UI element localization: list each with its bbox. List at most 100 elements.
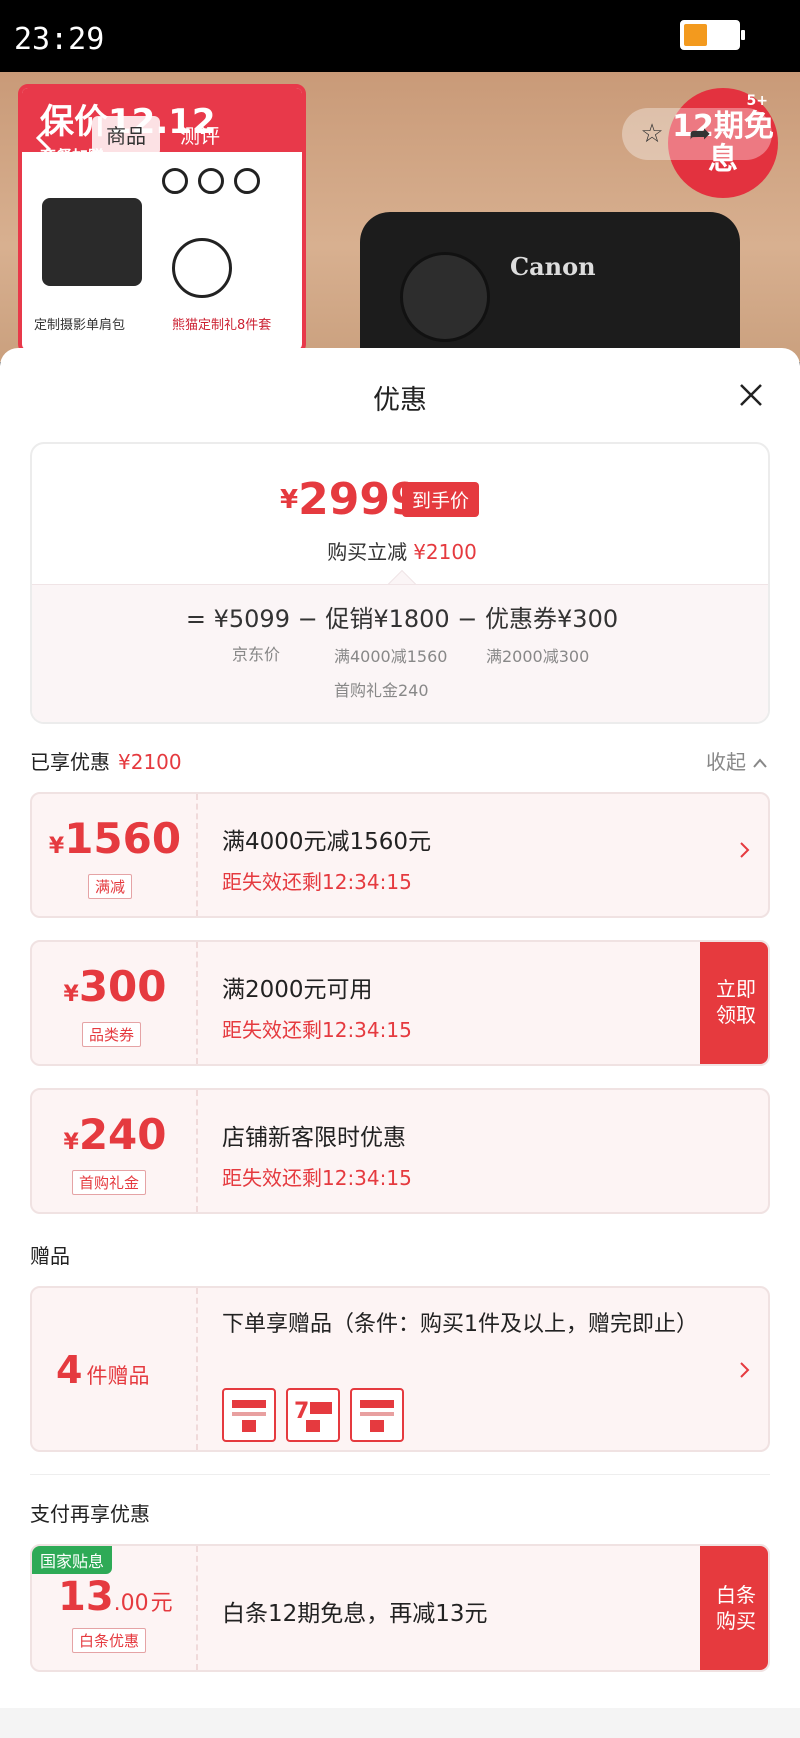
invoice-icon bbox=[350, 1388, 404, 1442]
coupon-left: ¥1560 满减 bbox=[32, 794, 198, 916]
gift-desc: 下单享赠品（条件：购买1件及以上，赠完即止） bbox=[222, 1312, 698, 1337]
product-backdrop: 保价12.12 套餐加赠 定制摄影单肩包 熊猫定制礼8件套 Canon 5+ 1… bbox=[0, 72, 800, 362]
seven-day-return-icon: 7 bbox=[286, 1388, 340, 1442]
coupon-value: 300 bbox=[78, 962, 167, 1011]
coupon-condition: 满4000元减1560元 bbox=[222, 829, 432, 855]
payment-amount-dec: .00 bbox=[113, 1591, 149, 1616]
note-promo-1: 满4000减1560 bbox=[334, 647, 448, 666]
bag-label: 定制摄影单肩包 bbox=[34, 318, 126, 333]
gifts-label: 赠品 bbox=[30, 1244, 70, 1268]
gift-count-value: 4 bbox=[56, 1348, 83, 1392]
buy-off-label: 购买立减 bbox=[327, 540, 408, 564]
coupon-amount: ¥240 bbox=[32, 1110, 198, 1159]
payment-amount-unit: 元 bbox=[150, 1591, 173, 1616]
close-icon[interactable] bbox=[734, 378, 768, 412]
note-promo-2: 首购礼金240 bbox=[334, 681, 429, 700]
buy-off-amount: ¥2100 bbox=[413, 540, 477, 564]
claim-coupon-button[interactable]: 立即 领取 bbox=[700, 942, 768, 1064]
status-bar: 23:29 bbox=[0, 0, 800, 80]
tab-product[interactable]: 商品 bbox=[92, 116, 160, 156]
gift-label: 熊猫定制礼8件套 bbox=[172, 318, 272, 333]
summary-breakdown: = ¥5099 − 促销¥1800 − 优惠券¥300 京东价 满4000减15… bbox=[32, 584, 768, 722]
baitiao-buy-button[interactable]: 白条 购买 bbox=[700, 1546, 768, 1670]
gov-subsidy-tag: 国家贴息 bbox=[32, 1546, 113, 1574]
battery-icon bbox=[680, 20, 745, 50]
chevron-up-icon bbox=[752, 750, 768, 774]
gift-count: 4 件赠品 bbox=[56, 1348, 149, 1392]
coupon-value: 1560 bbox=[64, 814, 182, 863]
star-icon[interactable]: ☆ bbox=[636, 118, 668, 150]
gift-left: 4 件赠品 bbox=[32, 1288, 198, 1450]
note-jd-price: 京东价 bbox=[232, 645, 281, 664]
collapse-label: 收起 bbox=[706, 750, 746, 774]
payment-card: 国家贴息 13.00元 白条优惠 白条12期免息，再减13元 白条 购买 bbox=[30, 1544, 770, 1672]
coupon-amount: ¥300 bbox=[32, 962, 198, 1011]
panda-icon bbox=[198, 168, 224, 194]
panda-icon bbox=[172, 238, 232, 298]
battery-level bbox=[684, 24, 707, 46]
coupon-left: ¥240 首购礼金 bbox=[32, 1090, 198, 1212]
coupon-value: 240 bbox=[78, 1110, 167, 1159]
coupon-currency: ¥ bbox=[48, 834, 65, 859]
pay-btn-label-1: 白条 bbox=[716, 1583, 756, 1607]
divider bbox=[30, 1474, 770, 1475]
invoice-icon bbox=[222, 1388, 276, 1442]
coupon-condition: 满2000元可用 bbox=[222, 977, 373, 1003]
status-time: 23:29 bbox=[14, 22, 105, 57]
coupon-chip: 首购礼金 bbox=[72, 1170, 147, 1195]
payment-chip: 白条优惠 bbox=[72, 1628, 147, 1653]
coupon-amount: ¥1560 bbox=[32, 814, 198, 863]
top-actions: ☆ ➦ bbox=[622, 108, 772, 160]
coupon-countdown: 距失效还剩12:34:15 bbox=[222, 1018, 412, 1042]
note-coupon: 满2000减300 bbox=[486, 647, 590, 666]
summary-top: ¥2999 到手价 购买立减 ¥2100 bbox=[32, 444, 768, 584]
enjoyed-amount: ¥2100 bbox=[118, 750, 182, 774]
panda-icon bbox=[162, 168, 188, 194]
coupon-countdown: 距失效还剩12:34:15 bbox=[222, 870, 412, 894]
camera-brand: Canon bbox=[510, 252, 596, 281]
price-formula: = ¥5099 − 促销¥1800 − 优惠券¥300 bbox=[185, 605, 619, 633]
payment-label: 支付再享优惠 bbox=[30, 1502, 150, 1526]
share-icon[interactable]: ➦ bbox=[684, 118, 716, 150]
bag-image bbox=[42, 198, 142, 286]
coupon-currency: ¥ bbox=[63, 982, 79, 1007]
discount-sheet: 优惠 ¥2999 到手价 购买立减 ¥2100 = ¥5099 − 促销¥1800… bbox=[0, 348, 800, 1738]
panda-icon bbox=[234, 168, 260, 194]
payment-amount-int: 13 bbox=[58, 1574, 114, 1620]
collapse-button[interactable]: 收起 bbox=[706, 746, 768, 775]
coupon-card: ¥240 首购礼金 店铺新客限时优惠 距失效还剩12:34:15 bbox=[30, 1088, 770, 1214]
promo-badge-sup: 5+ bbox=[746, 93, 768, 109]
gift-card[interactable]: 4 件赠品 下单享赠品（条件：购买1件及以上，赠完即止） 7 bbox=[30, 1286, 770, 1452]
payment-left: 国家贴息 13.00元 白条优惠 bbox=[32, 1546, 198, 1670]
final-price-tag: 到手价 bbox=[402, 482, 480, 517]
screen: 23:29 保价12.12 套餐加赠 定制摄影单肩包 熊猫定制礼8件套 Cano… bbox=[0, 0, 800, 1738]
coupon-card: ¥300 品类券 满2000元可用 距失效还剩12:34:15 立即 领取 bbox=[30, 940, 770, 1066]
claim-label-2: 领取 bbox=[716, 1003, 756, 1027]
enjoyed-label: 已享优惠 ¥2100 bbox=[30, 746, 182, 775]
coupon-countdown: 距失效还剩12:34:15 bbox=[222, 1166, 412, 1190]
coupon-chip: 满减 bbox=[88, 874, 133, 899]
final-price: ¥2999 bbox=[280, 474, 421, 525]
gift-icons: 7 bbox=[222, 1388, 404, 1442]
back-icon[interactable] bbox=[26, 118, 66, 158]
claim-label-1: 立即 bbox=[716, 977, 756, 1001]
tab-review[interactable]: 测评 bbox=[166, 116, 234, 156]
enjoyed-label-text: 已享优惠 bbox=[30, 750, 110, 774]
payment-amount: 13.00元 bbox=[58, 1574, 173, 1620]
buy-off: 购买立减 ¥2100 bbox=[32, 536, 768, 565]
camera-dial bbox=[400, 252, 490, 342]
bottom-strip bbox=[0, 1708, 800, 1738]
coupon-condition: 店铺新客限时优惠 bbox=[222, 1125, 406, 1151]
camera-image: Canon bbox=[360, 212, 740, 362]
price-summary: ¥2999 到手价 购买立减 ¥2100 = ¥5099 − 促销¥1800 − … bbox=[30, 442, 770, 724]
coupon-card[interactable]: ¥1560 满减 满4000元减1560元 距失效还剩12:34:15 bbox=[30, 792, 770, 918]
pay-btn-label-2: 购买 bbox=[716, 1609, 756, 1633]
chevron-right-icon[interactable] bbox=[738, 1358, 752, 1382]
coupon-currency: ¥ bbox=[63, 1130, 79, 1155]
final-price-currency: ¥ bbox=[280, 485, 299, 515]
product-tabs: 商品 测评 bbox=[92, 116, 234, 156]
sheet-title: 优惠 bbox=[373, 385, 427, 416]
payment-desc: 白条12期免息，再减13元 bbox=[222, 1601, 488, 1627]
chevron-right-icon[interactable] bbox=[738, 838, 752, 862]
gift-count-unit: 件赠品 bbox=[86, 1364, 150, 1388]
